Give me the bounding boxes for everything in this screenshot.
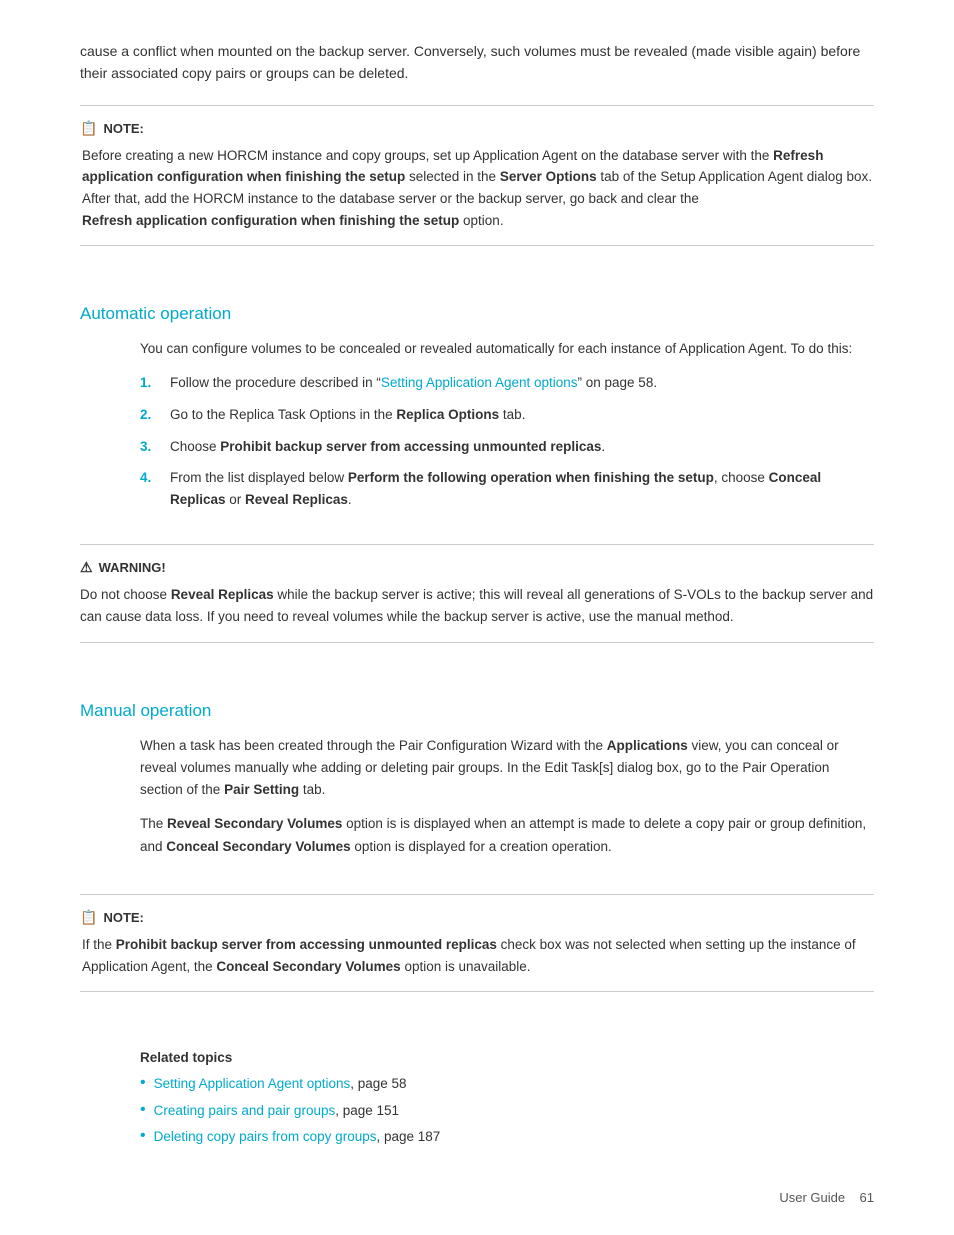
note2-bold2: Conceal Secondary Volumes	[216, 959, 400, 974]
related-topic-1-link[interactable]: Setting Application Agent options	[154, 1076, 351, 1091]
warning-bold1: Reveal Replicas	[171, 587, 274, 602]
related-topic-3-link[interactable]: Deleting copy pairs from copy groups	[154, 1129, 377, 1144]
note-icon-2: 📋	[80, 909, 97, 926]
note1-bold2: Server Options	[500, 169, 597, 184]
step-2-bold: Replica Options	[396, 407, 499, 422]
note-box-1: 📋 NOTE: Before creating a new HORCM inst…	[80, 105, 874, 246]
page-content: cause a conflict when mounted on the bac…	[0, 0, 954, 1213]
step-3-num: 3.	[140, 436, 160, 458]
step-2: 2. Go to the Replica Task Options in the…	[140, 404, 874, 426]
note-header-1: 📋 NOTE:	[80, 120, 874, 137]
step-3-bold: Prohibit backup server from accessing un…	[220, 439, 601, 454]
bullet-2: •	[140, 1100, 146, 1122]
warning-header-1: ⚠ WARNING!	[80, 559, 874, 576]
related-topics-list: • Setting Application Agent options, pag…	[140, 1073, 874, 1148]
note-header-2: 📋 NOTE:	[80, 909, 874, 926]
bullet-1: •	[140, 1073, 146, 1095]
warning-label-1: WARNING!	[99, 560, 166, 575]
note-body-1: Before creating a new HORCM instance and…	[80, 145, 874, 231]
automatic-operation-steps: 1. Follow the procedure described in “Se…	[140, 372, 874, 510]
related-topic-2-link[interactable]: Creating pairs and pair groups	[154, 1103, 336, 1118]
note1-bold3: Refresh application configuration when f…	[82, 213, 459, 228]
note-icon-1: 📋	[80, 120, 97, 137]
step-3: 3. Choose Prohibit backup server from ac…	[140, 436, 874, 458]
manual-operation-para2: The Reveal Secondary Volumes option is i…	[140, 813, 874, 858]
step-4-bold1: Perform the following operation when fin…	[348, 470, 714, 485]
related-topic-2-text: Creating pairs and pair groups, page 151	[154, 1100, 399, 1122]
related-topic-3: • Deleting copy pairs from copy groups, …	[140, 1126, 874, 1148]
step-1-text: Follow the procedure described in “Setti…	[170, 372, 657, 394]
manual-operation-body: When a task has been created through the…	[140, 735, 874, 858]
step-4: 4. From the list displayed below Perform…	[140, 467, 874, 510]
automatic-operation-intro: You can configure volumes to be conceale…	[140, 338, 874, 360]
warning-body-1: Do not choose Reveal Replicas while the …	[80, 584, 874, 627]
page-footer: User Guide 61	[779, 1190, 874, 1205]
step-1-num: 1.	[140, 372, 160, 394]
step-3-text: Choose Prohibit backup server from acces…	[170, 436, 605, 458]
step-4-text: From the list displayed below Perform th…	[170, 467, 874, 510]
note2-bold1: Prohibit backup server from accessing un…	[116, 937, 497, 952]
step-4-bold3: Reveal Replicas	[245, 492, 348, 507]
bullet-3: •	[140, 1126, 146, 1148]
step-1-link[interactable]: Setting Application Agent options	[381, 375, 578, 390]
warning-icon-1: ⚠	[80, 559, 93, 576]
related-topics-section: Related topics • Setting Application Age…	[140, 1050, 874, 1148]
related-topic-1-text: Setting Application Agent options, page …	[154, 1073, 407, 1095]
note1-bold1: Refresh application configuration when f…	[82, 148, 823, 185]
related-topic-1: • Setting Application Agent options, pag…	[140, 1073, 874, 1095]
mo-bold2: Pair Setting	[224, 782, 299, 797]
footer-page: 61	[860, 1190, 874, 1205]
manual-operation-para1: When a task has been created through the…	[140, 735, 874, 802]
intro-paragraph: cause a conflict when mounted on the bac…	[80, 40, 874, 85]
mo-bold3: Reveal Secondary Volumes	[167, 816, 342, 831]
note-body-2: If the Prohibit backup server from acces…	[80, 934, 874, 977]
step-2-text: Go to the Replica Task Options in the Re…	[170, 404, 525, 426]
manual-operation-title: Manual operation	[80, 701, 874, 721]
mo-bold4: Conceal Secondary Volumes	[166, 839, 350, 854]
warning-box-1: ⚠ WARNING! Do not choose Reveal Replicas…	[80, 544, 874, 642]
note-box-2: 📋 NOTE: If the Prohibit backup server fr…	[80, 894, 874, 992]
note-label-2: NOTE:	[103, 910, 143, 925]
note-label-1: NOTE:	[103, 121, 143, 136]
footer-label: User Guide	[779, 1190, 845, 1205]
step-2-num: 2.	[140, 404, 160, 426]
related-topics-title: Related topics	[140, 1050, 874, 1065]
step-1: 1. Follow the procedure described in “Se…	[140, 372, 874, 394]
step-4-num: 4.	[140, 467, 160, 510]
automatic-operation-body: You can configure volumes to be conceale…	[140, 338, 874, 510]
related-topic-3-text: Deleting copy pairs from copy groups, pa…	[154, 1126, 441, 1148]
related-topic-2: • Creating pairs and pair groups, page 1…	[140, 1100, 874, 1122]
automatic-operation-title: Automatic operation	[80, 304, 874, 324]
mo-bold1: Applications	[607, 738, 688, 753]
